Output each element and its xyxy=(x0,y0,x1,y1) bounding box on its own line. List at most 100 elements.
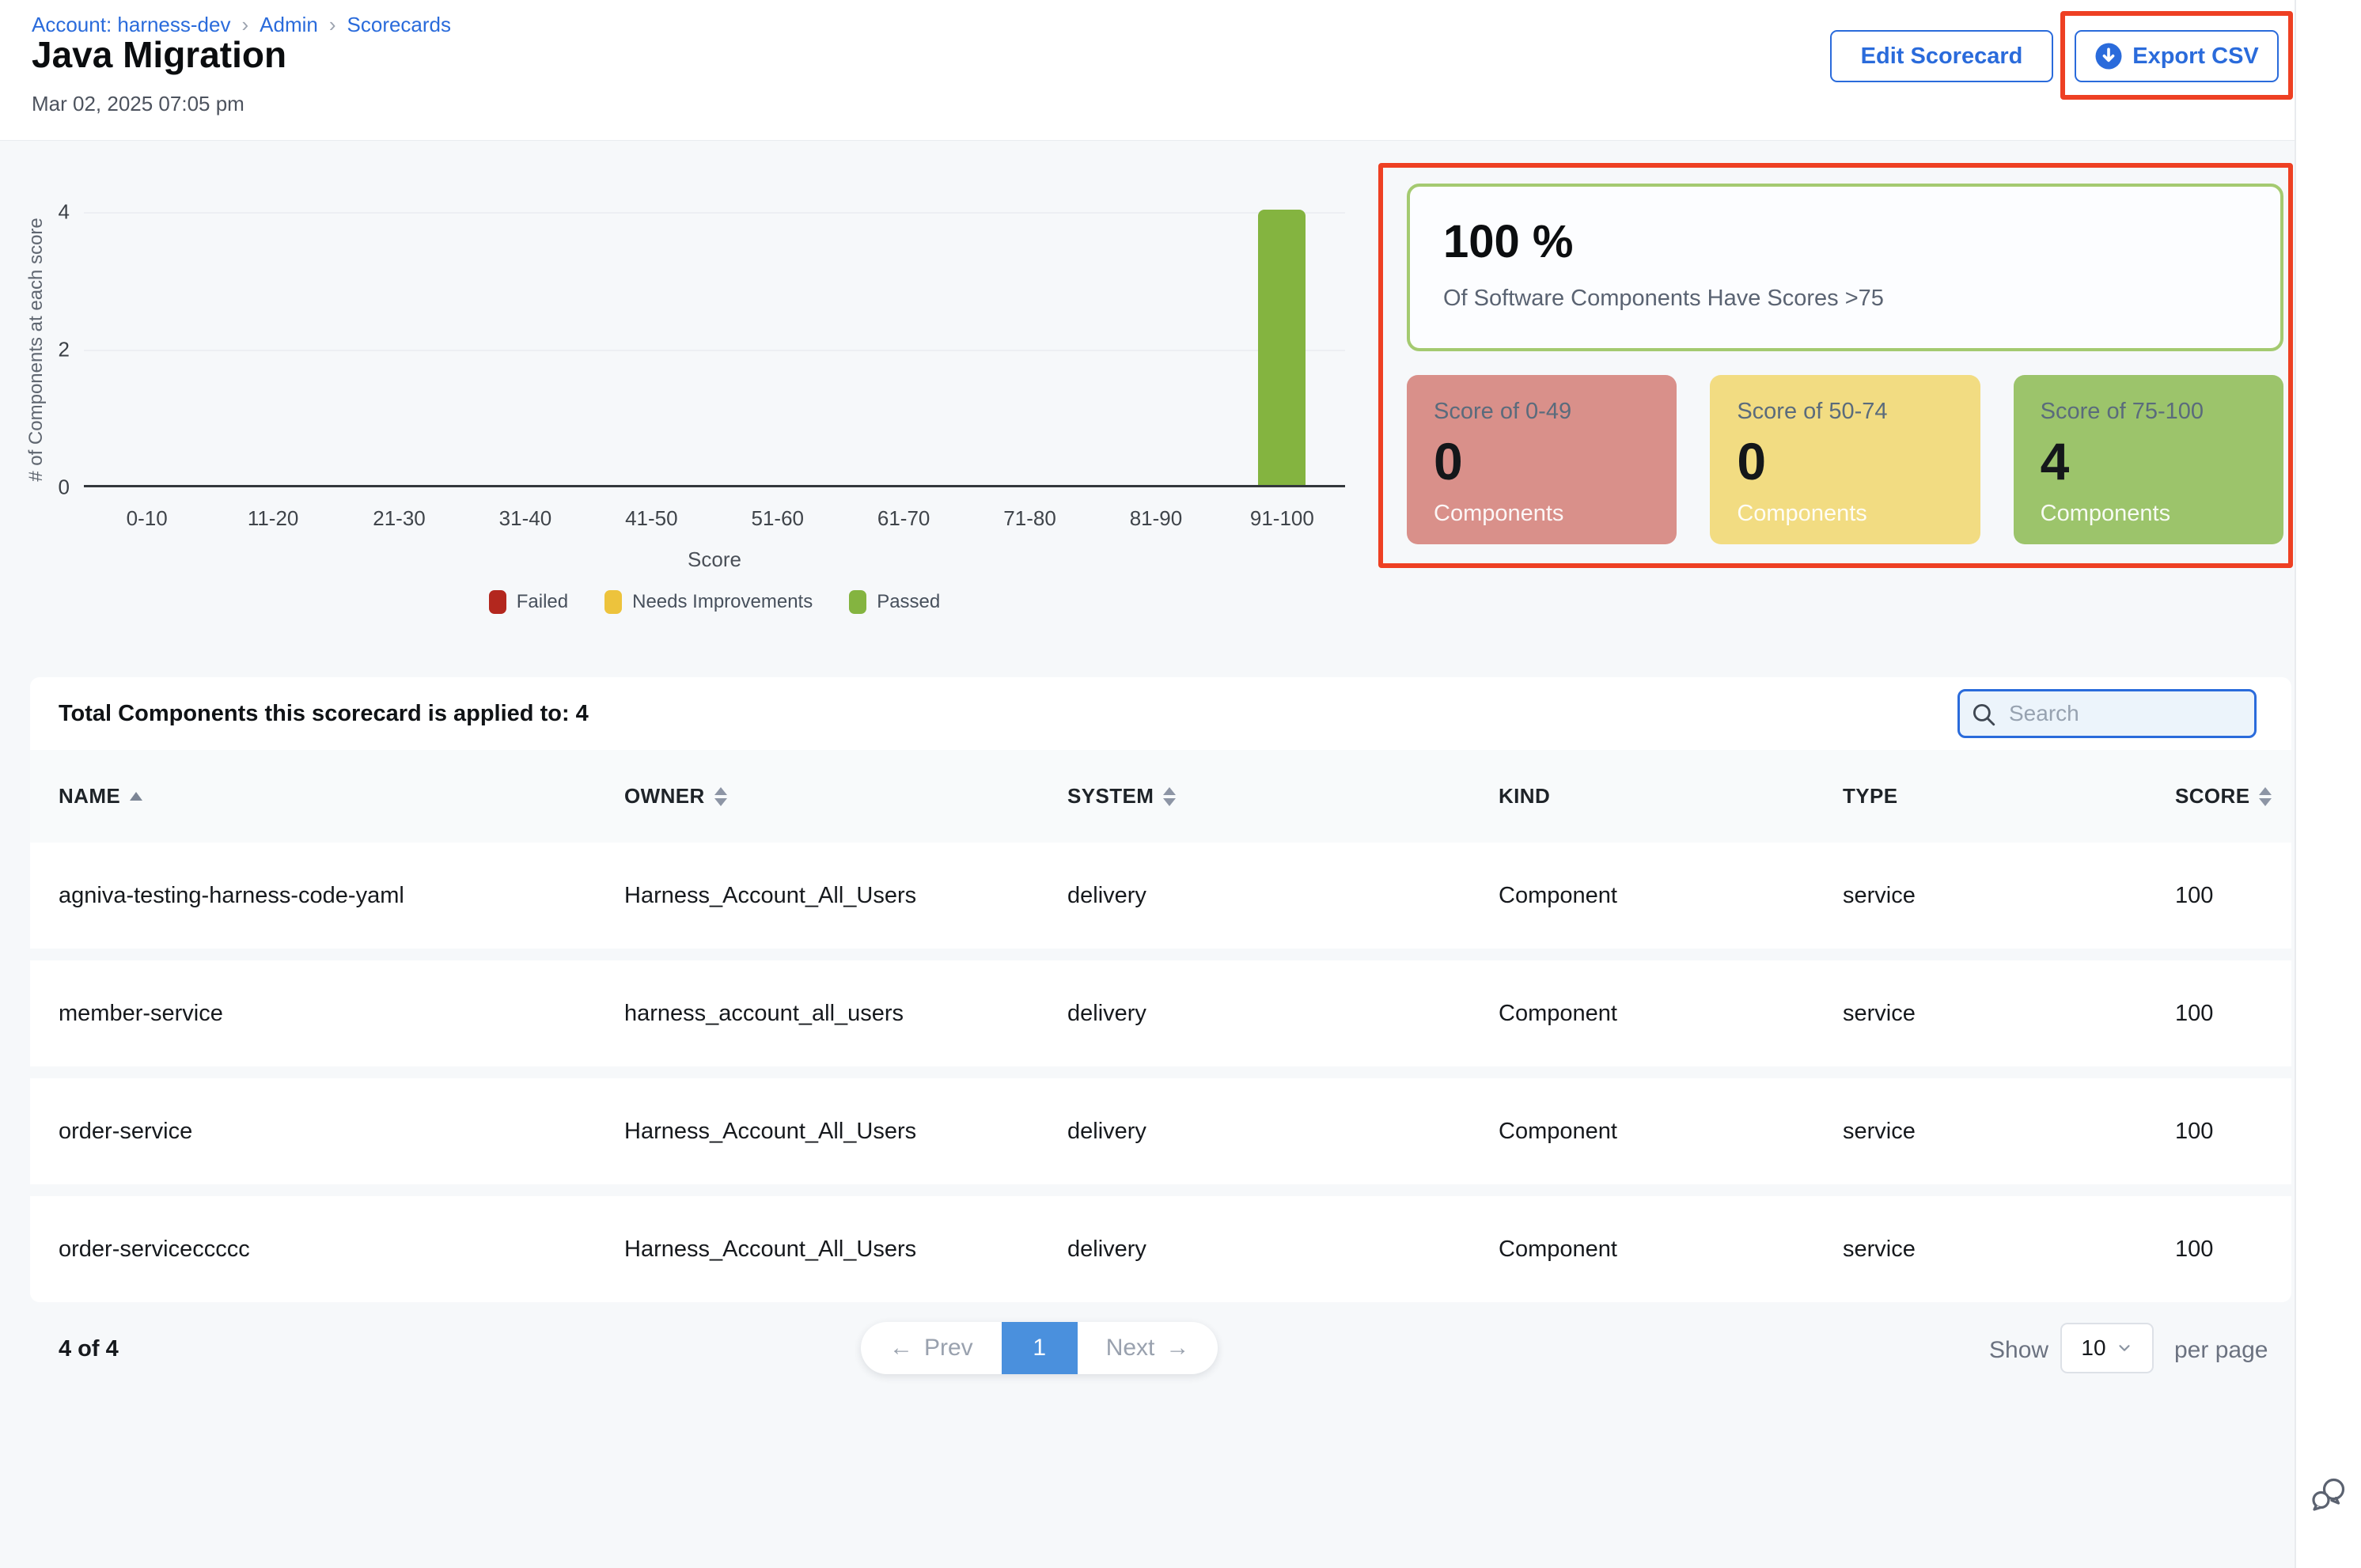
card-count: 0 xyxy=(1434,431,1650,491)
column-header-name[interactable]: NAME xyxy=(59,784,624,809)
edit-scorecard-button[interactable]: Edit Scorecard xyxy=(1830,30,2053,82)
cell-kind: Component xyxy=(1499,883,1843,909)
plot-area xyxy=(84,212,1345,487)
bar-slot xyxy=(210,212,335,485)
export-csv-label: Export CSV xyxy=(2132,44,2259,70)
bar-slot xyxy=(589,212,714,485)
y-axis-tick: 2 xyxy=(28,338,70,362)
page-size-select[interactable]: 10 xyxy=(2060,1323,2154,1373)
next-label: Next xyxy=(1106,1335,1155,1362)
right-side-strip xyxy=(2295,0,2361,1568)
cell-type: service xyxy=(1843,883,2175,909)
cell-kind: Component xyxy=(1499,1001,1843,1027)
page-size-value: 10 xyxy=(2081,1335,2105,1361)
column-header-label: KIND xyxy=(1499,784,1550,809)
per-page-label: per page xyxy=(2174,1337,2268,1364)
x-axis-label: 91-100 xyxy=(1219,506,1345,531)
page-button-1[interactable]: 1 xyxy=(1002,1322,1078,1374)
card-unit: Components xyxy=(1434,501,1650,527)
column-header-owner[interactable]: OWNER xyxy=(624,784,1067,809)
x-axis-label: 81-90 xyxy=(1093,506,1218,531)
headline-caption: Of Software Components Have Scores >75 xyxy=(1443,286,2247,312)
components-table-card: Total Components this scorecard is appli… xyxy=(30,677,2291,1302)
legend-label: Passed xyxy=(877,591,940,613)
y-axis-tick: 4 xyxy=(28,200,70,225)
show-label: Show xyxy=(1989,1337,2048,1364)
column-header-label: SYSTEM xyxy=(1067,784,1154,809)
prev-button[interactable]: ← Prev xyxy=(861,1322,1002,1374)
table-row[interactable]: agniva-testing-harness-code-yamlHarness_… xyxy=(30,843,2291,949)
cell-score: 100 xyxy=(2175,1237,2268,1263)
cell-name: order-service xyxy=(59,1119,624,1145)
export-csv-button[interactable]: Export CSV xyxy=(2075,30,2279,82)
bar-slot xyxy=(336,212,462,485)
cell-owner: Harness_Account_All_Users xyxy=(624,1237,1067,1263)
table-row[interactable]: order-servicecccccHarness_Account_All_Us… xyxy=(30,1196,2291,1302)
arrow-right-icon: → xyxy=(1165,1335,1189,1362)
search-icon xyxy=(1970,701,1997,732)
cell-owner: Harness_Account_All_Users xyxy=(624,1119,1067,1145)
score-distribution-chart: # of Components at each score 024 0-1011… xyxy=(0,141,1377,655)
table-header-row: NAMEOWNERSYSTEMKINDTYPESCORE xyxy=(30,750,2291,843)
bar-slot xyxy=(1219,212,1345,485)
legend-label: Needs Improvements xyxy=(632,591,813,613)
chart-legend: Failed Needs Improvements Passed xyxy=(84,590,1345,614)
sort-icon xyxy=(130,792,142,801)
column-header-label: OWNER xyxy=(624,784,705,809)
breadcrumb-link-scorecards[interactable]: Scorecards xyxy=(347,13,452,37)
x-axis-title: Score xyxy=(84,547,1345,572)
x-axis-label: 21-30 xyxy=(336,506,462,531)
download-icon xyxy=(2094,42,2123,70)
card-unit: Components xyxy=(1737,501,1953,527)
summary-panel: 100 % Of Software Components Have Scores… xyxy=(1378,163,2293,568)
cell-owner: Harness_Account_All_Users xyxy=(624,883,1067,909)
bar-slot xyxy=(714,212,840,485)
breadcrumb-separator-icon: › xyxy=(329,13,336,37)
cell-system: delivery xyxy=(1067,883,1499,909)
x-axis-label: 0-10 xyxy=(84,506,210,531)
column-header-score[interactable]: SCORE xyxy=(2175,784,2284,809)
table-row[interactable]: member-serviceharness_account_all_usersd… xyxy=(30,960,2291,1066)
card-unit: Components xyxy=(2041,501,2257,527)
chevron-down-icon xyxy=(2116,1339,2133,1357)
cell-system: delivery xyxy=(1067,1119,1499,1145)
table-titlebar: Total Components this scorecard is appli… xyxy=(30,677,2291,750)
score-range-card: Score of 75-1004Components xyxy=(2014,375,2283,544)
arrow-left-icon: ← xyxy=(889,1335,913,1362)
cell-owner: harness_account_all_users xyxy=(624,1001,1067,1027)
card-label: Score of 0-49 xyxy=(1434,399,1650,425)
cell-score: 100 xyxy=(2175,1119,2268,1145)
bar-slot xyxy=(1093,212,1218,485)
cell-type: service xyxy=(1843,1119,2175,1145)
legend-item-failed: Failed xyxy=(489,590,568,614)
headline-value: 100 % xyxy=(1443,215,2247,268)
column-header-label: NAME xyxy=(59,784,120,809)
x-axis-label: 11-20 xyxy=(210,506,335,531)
chat-bubbles-icon[interactable] xyxy=(2310,1476,2348,1517)
y-axis-tick: 0 xyxy=(28,475,70,500)
cell-score: 100 xyxy=(2175,883,2268,909)
column-header-system[interactable]: SYSTEM xyxy=(1067,784,1499,809)
card-count: 4 xyxy=(2041,431,2257,491)
sort-icon xyxy=(714,787,727,806)
cell-name: member-service xyxy=(59,1001,624,1027)
results-count: 4 of 4 xyxy=(59,1336,119,1362)
score-range-card: Score of 0-49 0 Components xyxy=(1407,375,1677,544)
edit-scorecard-label: Edit Scorecard xyxy=(1861,44,2023,70)
x-axis-label: 31-40 xyxy=(462,506,588,531)
pagination: ← Prev 1 Next → xyxy=(861,1322,1218,1374)
table-row[interactable]: order-serviceHarness_Account_All_Usersde… xyxy=(30,1078,2291,1184)
x-axis-label: 51-60 xyxy=(714,506,840,531)
bar-slot xyxy=(462,212,588,485)
score-bar xyxy=(1258,210,1306,485)
cell-system: delivery xyxy=(1067,1237,1499,1263)
cell-name: agniva-testing-harness-code-yaml xyxy=(59,883,624,909)
x-axis-label: 71-80 xyxy=(967,506,1093,531)
score-range-card: Score of 50-740Components xyxy=(1710,375,1980,544)
search-input[interactable] xyxy=(1957,689,2257,738)
headline-card: 100 % Of Software Components Have Scores… xyxy=(1407,184,2283,351)
cell-type: service xyxy=(1843,1237,2175,1263)
page-timestamp: Mar 02, 2025 07:05 pm xyxy=(32,92,244,116)
next-button[interactable]: Next → xyxy=(1078,1322,1218,1374)
x-axis-label: 61-70 xyxy=(840,506,966,531)
